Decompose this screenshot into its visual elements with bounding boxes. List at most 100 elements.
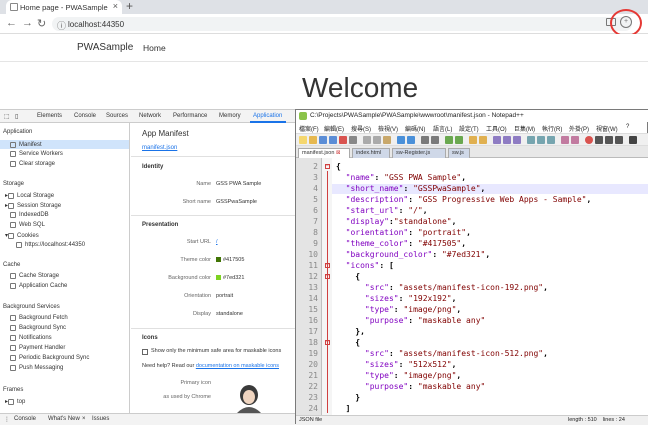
new-file-icon[interactable]	[299, 136, 307, 144]
sidebar-item-cache-storage[interactable]: Cache Storage	[10, 273, 59, 279]
maskable-checkbox[interactable]	[142, 349, 148, 355]
manifest-link[interactable]: manifest.json	[142, 145, 177, 151]
menu-encoding[interactable]: 編碼(N)	[405, 124, 425, 133]
forward-arrow-icon[interactable]: →	[22, 17, 33, 29]
replace-icon[interactable]	[431, 136, 439, 144]
tab-performance[interactable]: Performance	[173, 113, 207, 119]
file-tab-manifest-json[interactable]: manifest.json ⊠	[298, 148, 350, 158]
undo-icon[interactable]	[397, 136, 405, 144]
play-macro-icon[interactable]	[605, 136, 613, 144]
sync-horizontal-icon[interactable]	[479, 136, 487, 144]
record-macro-icon[interactable]	[585, 136, 593, 144]
code-token: :	[388, 349, 399, 358]
sidebar-item-notifications[interactable]: Notifications	[10, 335, 52, 341]
print-icon[interactable]	[349, 136, 357, 144]
tab-elements[interactable]: Elements	[37, 113, 62, 119]
language-icon[interactable]	[527, 136, 535, 144]
menu-view[interactable]: 檢視(V)	[378, 124, 398, 133]
menu-macro[interactable]: 巨集(M)	[514, 124, 535, 133]
menu-search[interactable]: 搜尋(S)	[351, 124, 371, 133]
url-bar[interactable]: ⓘ localhost:44350	[52, 17, 632, 31]
sidebar-item-payment-handler[interactable]: Payment Handler	[10, 345, 65, 351]
file-tab-sw-js[interactable]: sw.js	[448, 148, 470, 158]
new-tab-icon[interactable]: +	[126, 0, 133, 13]
drawer-tab-issues[interactable]: Issues	[92, 416, 109, 422]
menu-language[interactable]: 語言(L)	[433, 124, 452, 133]
drawer-tab-whats-new[interactable]: What's New	[48, 416, 80, 422]
tab-console[interactable]: Console	[74, 113, 96, 119]
drawer-tab-console[interactable]: Console	[14, 416, 36, 422]
indent-guide-icon[interactable]	[513, 136, 521, 144]
orientation-value: portrait	[216, 293, 234, 299]
monitoring-icon[interactable]	[571, 136, 579, 144]
tab-sources[interactable]: Sources	[106, 113, 128, 119]
menu-plugins[interactable]: 外掛(P)	[569, 124, 589, 133]
inspect-element-icon[interactable]: ⬚	[4, 113, 10, 120]
sidebar-item-web-sql[interactable]: Web SQL	[10, 222, 45, 228]
file-tab-index-html[interactable]: index.html	[352, 148, 390, 158]
tab-network[interactable]: Network	[139, 113, 161, 119]
sidebar-item-manifest[interactable]: Manifest	[0, 140, 129, 149]
code-token: :	[398, 294, 409, 303]
tab-application[interactable]: Application	[253, 113, 282, 119]
menu-file[interactable]: 檔案(F)	[299, 124, 319, 133]
stop-macro-icon[interactable]	[595, 136, 603, 144]
save-macro-icon[interactable]	[629, 136, 637, 144]
back-arrow-icon[interactable]: ←	[6, 17, 17, 29]
site-info-icon[interactable]: ⓘ	[57, 19, 66, 32]
sidebar-item-background-sync[interactable]: Background Sync	[10, 325, 66, 331]
menu-help[interactable]: ?	[626, 124, 629, 130]
save-all-icon[interactable]	[329, 136, 337, 144]
zoom-in-icon[interactable]	[445, 136, 453, 144]
show-all-chars-icon[interactable]	[503, 136, 511, 144]
menu-run[interactable]: 執行(R)	[542, 124, 562, 133]
app-brand[interactable]: PWASample	[77, 42, 133, 53]
close-tab-icon[interactable]: ⊠	[336, 150, 341, 156]
word-wrap-icon[interactable]	[493, 136, 501, 144]
sidebar-item-frame-top[interactable]: ▸ top	[5, 398, 25, 405]
sidebar-item-service-workers[interactable]: Service Workers	[10, 151, 63, 157]
code-token: },	[336, 327, 365, 336]
copy-icon[interactable]	[373, 136, 381, 144]
sidebar-item-cookie-origin[interactable]: https://localhost:44350	[16, 242, 85, 248]
start-url-link[interactable]: /	[216, 239, 218, 245]
menu-window[interactable]: 視窗(W)	[596, 124, 618, 133]
sync-scroll-icon[interactable]	[469, 136, 477, 144]
cut-icon[interactable]	[363, 136, 371, 144]
fold-toggle-icon[interactable]: −	[325, 164, 330, 169]
maskable-docs-link[interactable]: documentation on maskable icons	[196, 363, 279, 369]
save-icon[interactable]	[319, 136, 327, 144]
menu-settings[interactable]: 設定(T)	[459, 124, 479, 133]
code-editor[interactable]: 2 3 4 5 6 7 8 9 10 11 12 13 14 15 16 17 18 19 20 21 22 23 24 {…	[296, 158, 648, 415]
tab-memory[interactable]: Memory	[219, 113, 241, 119]
sidebar-item-application-cache[interactable]: Application Cache	[10, 283, 67, 289]
folder-workspace-icon[interactable]	[561, 136, 569, 144]
zoom-out-icon[interactable]	[455, 136, 463, 144]
file-tab-sw-register-js[interactable]: sw-Register.js	[392, 148, 446, 158]
close-file-icon[interactable]	[339, 136, 347, 144]
sidebar-item-cookies[interactable]: ▾ Cookies	[5, 232, 39, 239]
reload-icon[interactable]: ↻	[37, 17, 46, 30]
sidebar-item-push-messaging[interactable]: Push Messaging	[10, 365, 63, 371]
close-icon[interactable]: ×	[82, 416, 86, 422]
redo-icon[interactable]	[407, 136, 415, 144]
sidebar-item-clear-storage[interactable]: Clear storage	[10, 161, 55, 167]
menu-edit[interactable]: 編輯(E)	[324, 124, 344, 133]
sidebar-item-indexeddb[interactable]: IndexedDB	[10, 212, 49, 218]
menu-tools[interactable]: 工具(O)	[486, 124, 507, 133]
sidebar-item-local-storage[interactable]: ▸ Local Storage	[5, 192, 54, 199]
doc-map-icon[interactable]	[537, 136, 545, 144]
browser-tab[interactable]: Home page - PWASample ×	[6, 0, 122, 14]
function-list-icon[interactable]	[547, 136, 555, 144]
find-icon[interactable]	[421, 136, 429, 144]
drawer-menu-icon[interactable]: ⋮	[4, 416, 10, 423]
paste-icon[interactable]	[383, 136, 391, 144]
nav-home-link[interactable]: Home	[143, 43, 166, 53]
sidebar-item-background-fetch[interactable]: Background Fetch	[10, 315, 68, 321]
open-file-icon[interactable]	[309, 136, 317, 144]
sidebar-item-periodic-background-sync[interactable]: Periodic Background Sync	[10, 355, 89, 361]
run-macro-multiple-icon[interactable]	[615, 136, 623, 144]
sidebar-item-session-storage[interactable]: ▸ Session Storage	[5, 202, 61, 209]
device-toggle-icon[interactable]: ▯	[15, 113, 18, 120]
close-tab-icon[interactable]: ×	[113, 1, 118, 11]
